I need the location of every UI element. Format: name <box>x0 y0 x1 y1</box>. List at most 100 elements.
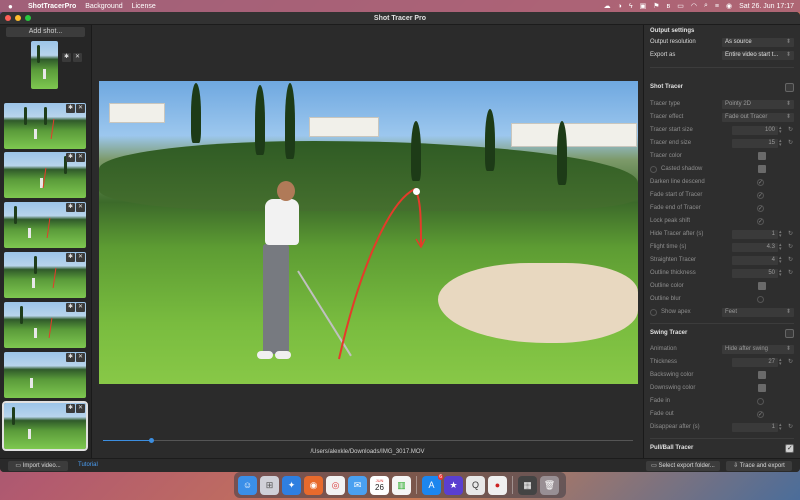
apple-menu-icon[interactable]: ● <box>8 2 20 11</box>
backswing-color-swatch[interactable] <box>758 371 766 379</box>
shot-thumbnail-7[interactable]: ✱ ✕ <box>4 352 86 398</box>
video-preview[interactable] <box>99 81 638 384</box>
reset-icon[interactable]: ↻ <box>787 231 794 238</box>
preview-icon[interactable]: ▦ <box>518 475 537 495</box>
close-icon[interactable]: ✕ <box>73 53 82 62</box>
battery-icon[interactable]: ▭ <box>677 2 684 10</box>
safari-icon[interactable]: ✦ <box>282 475 301 495</box>
fade-in-checkbox[interactable] <box>757 397 764 405</box>
settings-icon[interactable]: ✱ <box>62 53 71 62</box>
tracer-effect-select[interactable]: Fade out Tracer ⬍ <box>722 112 794 122</box>
settings-icon[interactable]: ✱ <box>66 353 75 362</box>
reset-icon[interactable]: ↻ <box>787 257 794 264</box>
settings-icon[interactable]: ✱ <box>66 104 75 113</box>
close-icon[interactable]: ✕ <box>76 253 85 262</box>
shot-tracer-pro-icon[interactable]: ● <box>488 475 507 495</box>
outline-thickness-input[interactable]: 50 <box>732 268 778 278</box>
reset-icon[interactable]: ↻ <box>787 244 794 251</box>
reset-icon[interactable]: ↻ <box>787 424 794 431</box>
firefox-icon[interactable]: ◉ <box>304 475 323 495</box>
app-store-icon[interactable]: A6 <box>422 473 443 495</box>
stepper-icon[interactable]: ▴ ▾ <box>779 423 784 432</box>
menu-app-name[interactable]: ShotTracerPro <box>28 3 76 10</box>
close-icon[interactable]: ✕ <box>76 353 85 362</box>
bluetooth-icon[interactable]: ʙ <box>667 3 671 10</box>
reset-icon[interactable]: ↻ <box>787 140 794 147</box>
timeline-playhead[interactable] <box>148 438 154 443</box>
shot-thumbnail-8-selected[interactable]: ✱ ✕ <box>2 401 88 451</box>
fade-end-checkbox[interactable] <box>757 204 764 212</box>
straighten-input[interactable]: 4 <box>732 255 778 265</box>
stepper-icon[interactable]: ▴ ▾ <box>779 256 784 265</box>
hide-tracer-input[interactable]: 1 <box>732 229 778 239</box>
reset-icon[interactable]: ↻ <box>787 359 794 366</box>
settings-icon[interactable]: ✱ <box>66 253 75 262</box>
shot-thumbnail-5[interactable]: ✱ ✕ <box>4 252 86 298</box>
cloud-icon[interactable]: ☁ <box>604 2 611 10</box>
swing-thickness-input[interactable]: 27 <box>732 357 778 367</box>
calendar-icon[interactable]: JUN 26 <box>370 475 389 495</box>
stepper-icon[interactable]: ▴ ▾ <box>779 269 784 278</box>
quicktime-icon[interactable]: Q <box>466 475 485 495</box>
add-shot-button[interactable]: Add shot... <box>6 27 85 37</box>
close-icon[interactable]: ✕ <box>76 404 85 413</box>
flight-time-input[interactable]: 4.3 <box>732 242 778 252</box>
swing-tracer-toggle[interactable] <box>785 329 794 338</box>
screen-icon[interactable]: ▣ <box>640 2 647 10</box>
outline-blur-checkbox[interactable] <box>757 295 764 303</box>
timeline-scrubber[interactable] <box>103 438 633 443</box>
close-icon[interactable]: ✕ <box>76 104 85 113</box>
disappear-input[interactable]: 1 <box>732 422 778 432</box>
outline-color-swatch[interactable] <box>758 282 766 290</box>
fade-start-checkbox[interactable] <box>757 191 764 199</box>
animation-select[interactable]: Hide after swing ⬍ <box>722 344 794 354</box>
search-icon[interactable]: ⌕ <box>704 2 708 10</box>
tracer-start-size-input[interactable]: 100 <box>732 125 778 135</box>
shot-thumbnail-4[interactable]: ✱ ✕ <box>4 202 86 248</box>
darken-line-checkbox[interactable] <box>757 178 764 186</box>
stepper-icon[interactable]: ▴ ▾ <box>779 358 784 367</box>
tracer-end-size-input[interactable]: 15 <box>732 138 778 148</box>
trash-icon[interactable]: 🗑 <box>540 475 559 495</box>
tracer-type-select[interactable]: Pointy 2D ⬍ <box>722 99 794 109</box>
numbers-icon[interactable]: ▥ <box>392 475 411 495</box>
wifi-icon[interactable]: ◠ <box>691 2 697 10</box>
settings-icon[interactable]: ✱ <box>66 153 75 162</box>
import-video-button[interactable]: ▭ Import video... <box>8 461 68 471</box>
shadow-color-swatch[interactable] <box>758 165 766 173</box>
close-icon[interactable]: ✕ <box>76 153 85 162</box>
select-export-folder-button[interactable]: ▭ Select export folder... <box>646 461 720 471</box>
mail-icon[interactable]: ✉ <box>348 475 367 495</box>
casted-shadow-checkbox[interactable] <box>650 165 657 173</box>
shot-thumbnail-6[interactable]: ✱ ✕ <box>4 302 86 348</box>
finder-icon[interactable]: ☺ <box>238 475 257 495</box>
export-as-select[interactable]: Entire video start t... ⬍ <box>722 50 794 60</box>
lock-peak-checkbox[interactable] <box>757 217 764 225</box>
shot-tracer-toggle[interactable] <box>785 83 794 92</box>
settings-icon[interactable]: ✱ <box>66 303 75 312</box>
tutorial-link[interactable]: Tutorial <box>78 462 98 468</box>
reset-icon[interactable]: ↻ <box>787 127 794 134</box>
stepper-icon[interactable]: ▴ ▾ <box>779 230 784 239</box>
flag-icon[interactable]: ⚑ <box>653 2 659 10</box>
tracer-color-swatch[interactable] <box>758 152 766 160</box>
launchpad-icon[interactable]: ⊞ <box>260 475 279 495</box>
settings-icon[interactable]: ✱ <box>66 404 75 413</box>
fade-out-checkbox[interactable] <box>757 410 764 418</box>
menu-background[interactable]: Background <box>85 3 122 10</box>
pull-ball-tracer-toggle[interactable] <box>785 444 794 453</box>
close-icon[interactable]: ✕ <box>76 303 85 312</box>
downswing-color-swatch[interactable] <box>758 384 766 392</box>
menu-clock[interactable]: Sat 26. Jun 17:17 <box>739 3 794 10</box>
output-resolution-select[interactable]: As source ⬍ <box>722 37 794 47</box>
shot-thumbnail-2[interactable]: ✱ ✕ <box>4 103 86 149</box>
shot-thumbnail-1[interactable] <box>31 41 58 89</box>
siri-icon[interactable]: ◉ <box>726 2 732 10</box>
bolt-icon[interactable]: ϟ <box>629 3 633 10</box>
close-icon[interactable]: ✕ <box>76 203 85 212</box>
show-apex-select[interactable]: Feet ⬍ <box>722 307 794 317</box>
stepper-icon[interactable]: ▴ ▾ <box>779 243 784 252</box>
chrome-icon[interactable]: ◎ <box>326 475 345 495</box>
shot-thumbnail-3[interactable]: ✱ ✕ <box>4 152 86 198</box>
show-apex-checkbox[interactable] <box>650 308 657 316</box>
